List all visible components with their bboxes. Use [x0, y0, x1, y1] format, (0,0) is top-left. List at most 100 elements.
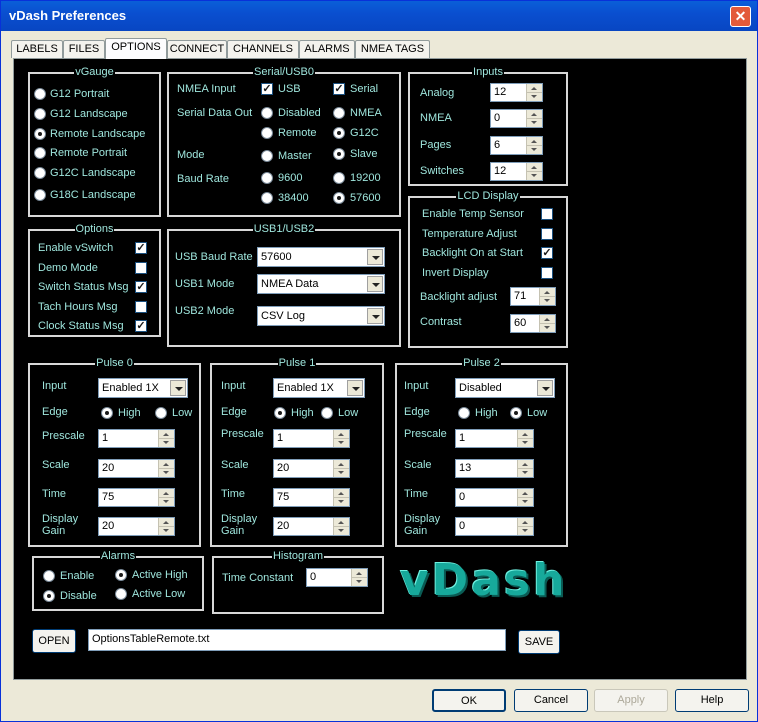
- vgauge-g12-landscape-radio[interactable]: [34, 108, 46, 120]
- nmea-usb-checkbox[interactable]: ✓: [261, 83, 273, 95]
- pulse1-title: Pulse 1: [277, 357, 317, 369]
- help-button[interactable]: Help: [675, 689, 749, 712]
- close-button[interactable]: ✕: [730, 6, 751, 27]
- pulse2-time-label: Time: [404, 488, 429, 500]
- out-g12c-radio[interactable]: [333, 127, 345, 139]
- pulse1-input-label: Input: [221, 380, 246, 392]
- tach-hours-checkbox[interactable]: [135, 301, 147, 313]
- nmea-input-label: NMEA Input: [177, 83, 236, 95]
- pulse1-gain-spinner[interactable]: 20: [273, 517, 350, 536]
- window-title: vDash Preferences: [9, 8, 127, 23]
- lcd-display-group: LCD Display Enable Temp Sensor Temperatu…: [408, 190, 568, 348]
- pulse1-prescale-spinner[interactable]: 1: [273, 429, 350, 448]
- switch-status-checkbox[interactable]: ✓: [135, 281, 147, 293]
- backlight-start-label: Backlight On at Start: [422, 247, 523, 259]
- usb-baud-select[interactable]: 57600: [257, 247, 385, 267]
- vgauge-title: vGauge: [74, 66, 115, 78]
- pulse0-low-radio[interactable]: [155, 407, 167, 419]
- tab-options[interactable]: OPTIONS: [105, 38, 167, 59]
- alarm-active-high-radio[interactable]: [115, 569, 127, 581]
- demo-mode-checkbox[interactable]: [135, 262, 147, 274]
- pulse2-gain-spinner[interactable]: 0: [455, 517, 534, 536]
- pulse1-high-label: High: [291, 407, 314, 419]
- clock-status-checkbox[interactable]: ✓: [135, 320, 147, 332]
- pulse0-prescale-spinner[interactable]: 1: [98, 429, 175, 448]
- nmea-count-label: NMEA: [420, 112, 452, 124]
- preferences-window: vDash Preferences ✕ LABELS FILES OPTIONS…: [0, 0, 758, 722]
- pulse1-scale-spinner[interactable]: 20: [273, 459, 350, 478]
- pulse1-low-radio[interactable]: [321, 407, 333, 419]
- pulse2-scale-label: Scale: [404, 459, 432, 471]
- out-g12c-label: G12C: [350, 127, 379, 139]
- contrast-spinner[interactable]: 60: [510, 314, 556, 333]
- vgauge-remote-landscape-radio[interactable]: [34, 128, 46, 140]
- pulse0-high-label: High: [118, 407, 141, 419]
- invert-display-checkbox[interactable]: [541, 267, 553, 279]
- options-title: Options: [74, 223, 115, 235]
- out-nmea-radio[interactable]: [333, 107, 345, 119]
- tab-labels[interactable]: LABELS: [11, 40, 63, 58]
- pulse0-time-label: Time: [42, 488, 67, 500]
- alarm-active-low-radio[interactable]: [115, 588, 127, 600]
- pulse0-gain-spinner[interactable]: 20: [98, 517, 175, 536]
- ok-button[interactable]: OK: [432, 689, 506, 712]
- cancel-button[interactable]: Cancel: [514, 689, 588, 712]
- switches-spinner[interactable]: 12: [490, 162, 543, 181]
- alarm-enable-label: Enable: [60, 570, 95, 582]
- pulse1-time-spinner[interactable]: 75: [273, 488, 350, 507]
- pages-spinner[interactable]: 6: [490, 136, 543, 155]
- pulse0-input-select[interactable]: Enabled 1X: [98, 378, 188, 398]
- mode-slave-radio[interactable]: [333, 148, 345, 160]
- pulse2-scale-spinner[interactable]: 13: [455, 459, 534, 478]
- baud-38400-radio[interactable]: [261, 192, 273, 204]
- backlight-adjust-spinner[interactable]: 71: [510, 287, 556, 306]
- temp-adjust-checkbox[interactable]: [541, 228, 553, 240]
- chevron-down-icon: [170, 380, 186, 396]
- tab-connect[interactable]: CONNECT: [167, 40, 227, 58]
- pulse2-input-select[interactable]: Disabled: [455, 378, 555, 398]
- time-constant-spinner[interactable]: 0: [306, 568, 368, 587]
- nmea-count-spinner[interactable]: 0: [490, 109, 543, 128]
- pulse2-low-radio[interactable]: [510, 407, 522, 419]
- vgauge-g18c-landscape-radio[interactable]: [34, 189, 46, 201]
- out-remote-label: Remote: [278, 127, 317, 139]
- usb1-mode-select[interactable]: NMEA Data: [257, 274, 385, 294]
- usb2-mode-select[interactable]: CSV Log: [257, 306, 385, 326]
- out-remote-radio[interactable]: [261, 127, 273, 139]
- filename-input[interactable]: OptionsTableRemote.txt: [88, 629, 506, 651]
- pulse1-time-label: Time: [221, 488, 246, 500]
- nmea-serial-checkbox[interactable]: ✓: [333, 83, 345, 95]
- analog-spinner[interactable]: 12: [490, 83, 543, 102]
- pulse0-title: Pulse 0: [95, 357, 134, 369]
- pulse2-high-radio[interactable]: [458, 407, 470, 419]
- backlight-start-checkbox[interactable]: ✓: [541, 247, 553, 259]
- pulse0-high-radio[interactable]: [101, 407, 113, 419]
- vgauge-g12-portrait-radio[interactable]: [34, 88, 46, 100]
- mode-master-radio[interactable]: [261, 150, 273, 162]
- save-button[interactable]: SAVE: [518, 630, 560, 654]
- tab-nmea-tags[interactable]: NMEA TAGS: [355, 40, 430, 58]
- pulse1-group: Pulse 1 Input Enabled 1X Edge High Low P…: [210, 357, 384, 547]
- out-disabled-radio[interactable]: [261, 107, 273, 119]
- baud-57600-radio[interactable]: [333, 192, 345, 204]
- pulse1-high-radio[interactable]: [274, 407, 286, 419]
- pulse2-time-spinner[interactable]: 0: [455, 488, 534, 507]
- enable-temp-checkbox[interactable]: [541, 208, 553, 220]
- tab-files[interactable]: FILES: [63, 40, 105, 58]
- pulse0-scale-spinner[interactable]: 20: [98, 459, 175, 478]
- baud-9600-radio[interactable]: [261, 172, 273, 184]
- pulse1-input-select[interactable]: Enabled 1X: [273, 378, 365, 398]
- tab-alarms[interactable]: ALARMS: [299, 40, 355, 58]
- vgauge-g12c-landscape-radio[interactable]: [34, 167, 46, 179]
- pulse0-time-spinner[interactable]: 75: [98, 488, 175, 507]
- usb12-title: USB1/USB2: [252, 223, 316, 235]
- alarm-enable-radio[interactable]: [43, 570, 55, 582]
- apply-button[interactable]: Apply: [594, 689, 668, 712]
- alarm-disable-radio[interactable]: [43, 590, 55, 602]
- vgauge-remote-portrait-radio[interactable]: [34, 147, 46, 159]
- pulse2-prescale-spinner[interactable]: 1: [455, 429, 534, 448]
- baud-19200-radio[interactable]: [333, 172, 345, 184]
- tab-channels[interactable]: CHANNELS: [227, 40, 299, 58]
- open-button[interactable]: OPEN: [32, 629, 76, 653]
- enable-vswitch-checkbox[interactable]: ✓: [135, 242, 147, 254]
